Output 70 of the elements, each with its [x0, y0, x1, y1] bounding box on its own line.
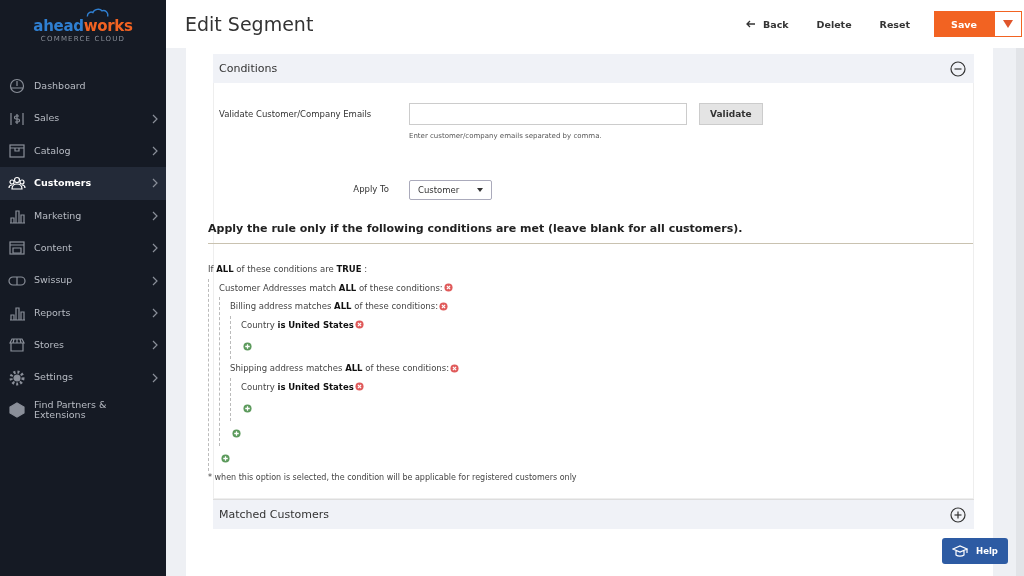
condition-text: Country is United States — [241, 319, 354, 330]
chevron-right-icon — [152, 307, 158, 318]
chevron-right-icon — [152, 145, 158, 156]
sidebar-item[interactable]: Settings — [0, 361, 166, 394]
condition-text: If ALL of these conditions are TRUE : — [208, 264, 368, 275]
field-label: Validate Customer/Company Emails — [219, 108, 373, 121]
section-title: Matched Customers — [219, 508, 329, 521]
arrow-left-icon — [746, 20, 757, 28]
validate-button[interactable]: Validate — [699, 103, 763, 125]
field-label: Apply To — [352, 183, 390, 196]
people-icon — [8, 175, 26, 192]
sidebar-item[interactable]: Marketing — [0, 199, 166, 232]
remove-icon[interactable] — [443, 283, 453, 293]
box-icon — [8, 142, 26, 159]
sidebar-item[interactable]: Swissup — [0, 264, 166, 297]
chevron-right-icon — [152, 340, 158, 351]
add-icon[interactable] — [221, 454, 230, 463]
section-header[interactable]: Matched Customers — [213, 499, 974, 529]
dollar-icon — [8, 110, 26, 127]
sidebar-item[interactable]: Customers — [0, 167, 166, 200]
sidebar-item[interactable]: Content — [0, 231, 166, 265]
reset-button[interactable]: Reset — [867, 12, 922, 36]
sidebar-item[interactable]: Catalog — [0, 134, 166, 168]
remove-icon[interactable] — [439, 301, 449, 311]
sidebar-item[interactable]: Find Partners & Extensions — [0, 393, 166, 427]
add-icon[interactable] — [243, 404, 252, 413]
logo: aheadworks — [33, 17, 133, 35]
apply-to-select[interactable]: Customer — [409, 180, 493, 200]
save-options-button[interactable] — [994, 11, 1022, 37]
sidebar-item[interactable]: Stores — [0, 329, 166, 362]
cube-icon — [8, 402, 26, 419]
graduation-cap-icon — [952, 545, 969, 557]
sidebar-item[interactable]: Sales — [0, 102, 166, 135]
scrollbar[interactable] — [1016, 48, 1024, 576]
section-header[interactable]: Conditions — [213, 54, 974, 83]
layout-icon — [8, 240, 26, 257]
sidebar-item[interactable]: Dashboard — [0, 70, 166, 103]
page-title: Edit Segment — [185, 13, 314, 35]
rule-heading: Apply the rule only if the following conditions are met (leave blank for all customers). — [208, 200, 973, 244]
remove-icon[interactable] — [354, 382, 364, 392]
section-title: Conditions — [219, 62, 278, 75]
storefront-icon — [8, 337, 26, 354]
back-button[interactable]: Back — [734, 12, 801, 36]
footnote: * when this option is selected, the condition will be applicable for registered customers only — [208, 473, 578, 482]
add-icon[interactable] — [232, 429, 241, 438]
chevron-right-icon — [152, 113, 158, 124]
chevron-right-icon — [152, 275, 158, 286]
chevron-right-icon — [152, 210, 158, 221]
condition-text: Shipping address matches ALL of these conditions: — [230, 363, 450, 374]
gear-icon — [8, 369, 26, 386]
chevron-right-icon — [152, 372, 158, 383]
caret-down-icon — [477, 188, 484, 192]
condition-text: Customer Addresses match ALL of these conditions: — [219, 282, 443, 293]
collapse-icon[interactable] — [950, 60, 966, 77]
chevron-right-icon — [152, 178, 158, 189]
remove-icon[interactable] — [354, 320, 364, 330]
remove-icon[interactable] — [450, 363, 460, 373]
email-input-field[interactable] — [409, 103, 687, 125]
condition-text: Country is United States — [241, 381, 354, 392]
condition-text: Billing address matches ALL of these conditions: — [230, 301, 439, 312]
bar-chart-icon — [8, 207, 26, 224]
delete-button[interactable]: Delete — [804, 12, 864, 36]
sidebar-item[interactable]: Reports — [0, 296, 166, 330]
dashboard-icon — [8, 78, 26, 95]
caret-down-icon — [1003, 20, 1013, 28]
expand-icon[interactable] — [950, 506, 966, 523]
bar-chart-icon — [8, 304, 26, 321]
help-button[interactable]: Help — [942, 538, 1008, 564]
chevron-right-icon — [152, 243, 158, 254]
add-icon[interactable] — [243, 342, 252, 351]
